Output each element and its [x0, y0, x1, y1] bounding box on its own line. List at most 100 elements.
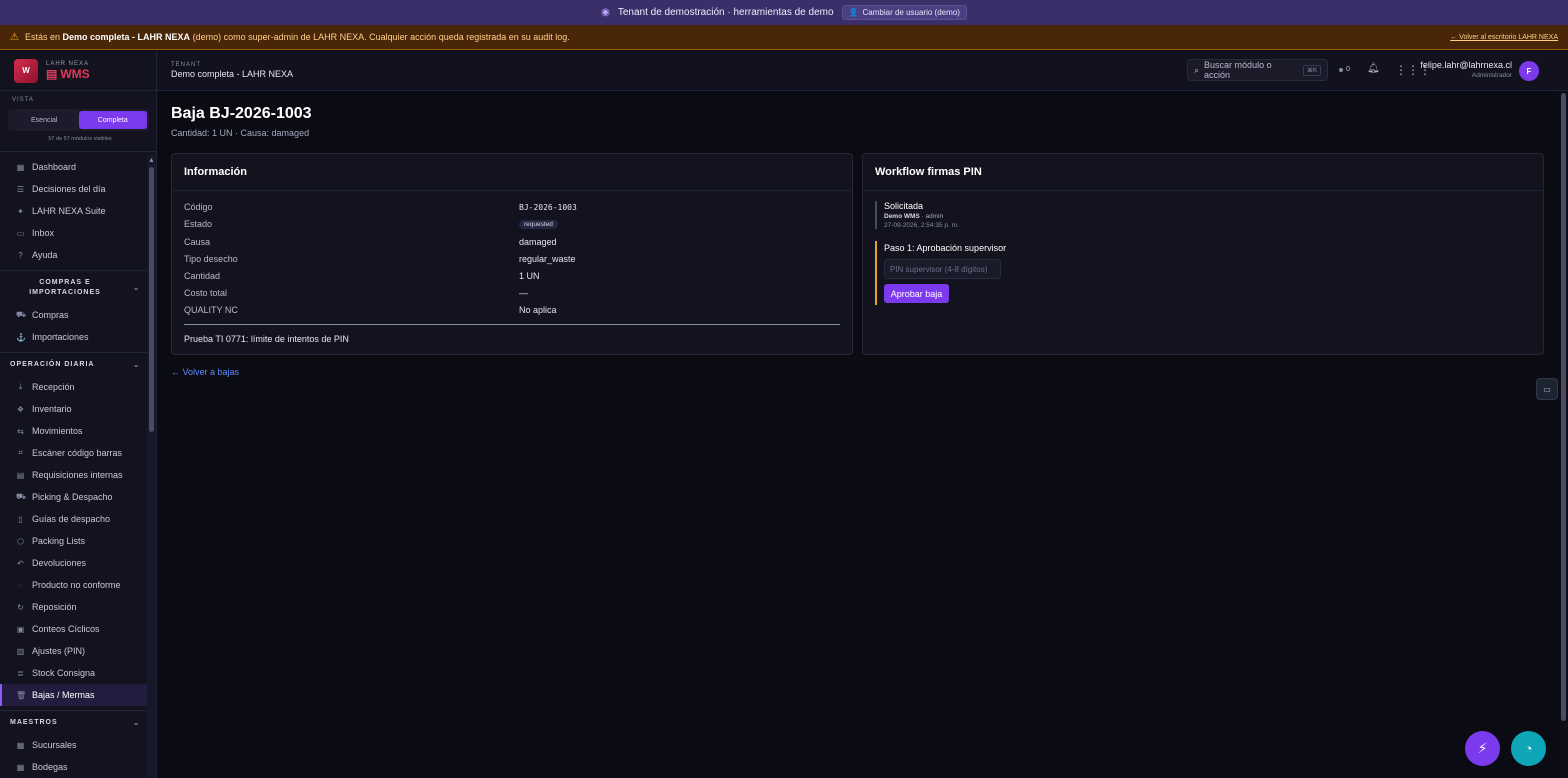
sidebar-scroll-thumb[interactable]: [149, 167, 154, 432]
sidebar-item-movimientos[interactable]: ⇆ Movimientos: [0, 420, 156, 442]
scroll-up-icon[interactable]: ▲: [148, 157, 155, 164]
warehouse-icon: ▦: [16, 762, 25, 772]
warning-demo-tag: (demo): [192, 32, 222, 42]
sidebar-item-importaciones[interactable]: ⚓ Importaciones: [0, 326, 156, 348]
tenant-demo-text: Tenant de demostración · herramientas de…: [617, 7, 834, 18]
workflow-card-title: Workflow firmas PIN: [863, 154, 1543, 191]
info-card: Información Código BJ-2026-1003 Estado r…: [171, 153, 853, 355]
field-value-cantidad: 1 UN: [519, 271, 540, 281]
sidebar-item-guias[interactable]: ▯ Guías de despacho: [0, 508, 156, 530]
warning-icon: ⚠: [10, 31, 19, 43]
grid-icon: ▦: [16, 162, 25, 172]
chat-bubble-icon[interactable]: ◔: [1511, 731, 1546, 766]
demo-mask-icon: ◉: [601, 7, 610, 18]
sidebar-item-dashboard[interactable]: ▦ Dashboard: [0, 156, 156, 178]
section-operacion[interactable]: OPERACIÓN DIARIA ⌄: [0, 352, 156, 376]
chevron-down-icon: ⌄: [133, 719, 140, 727]
workflow-card: Workflow firmas PIN Solicitada Demo WMS …: [862, 153, 1544, 355]
sidebar-item-suite[interactable]: ✦ LAHR NEXA Suite: [0, 200, 156, 222]
alert-icon: ◌: [18, 580, 23, 590]
search-input[interactable]: ⌕ Buscar módulo o acción ⌘K: [1187, 59, 1328, 81]
clipboard-icon: ▤: [16, 470, 25, 480]
superadmin-warning-bar: ⚠ Estás en Demo completa - LAHR NEXA (de…: [0, 25, 1568, 50]
sidebar-item-ajustes[interactable]: ▥ Ajustes (PIN): [0, 640, 156, 662]
switch-user-label: Cambiar de usuario (demo): [862, 8, 960, 17]
download-icon: ⤓: [18, 382, 23, 391]
trash-icon: 🗑: [16, 690, 27, 700]
sidebar-item-picking[interactable]: ⛟ Picking & Despacho: [0, 486, 156, 508]
scan-icon: ⌗: [18, 448, 23, 457]
brand[interactable]: W LAHR NEXA ▤ WMS: [0, 51, 156, 91]
sidebar-item-compras[interactable]: ⛟ Compras: [0, 304, 156, 326]
field-label-codigo: Código: [184, 202, 213, 212]
user-menu[interactable]: felipe.lahr@lahrnexa.cl Administrador: [1420, 60, 1512, 79]
field-label-causa: Causa: [184, 237, 211, 247]
undo-icon: ↶: [17, 558, 24, 568]
sidebar-item-inventario[interactable]: ❖ Inventario: [0, 398, 156, 420]
field-value-quality-nc: No aplica: [519, 305, 557, 315]
warning-prefix: Estás en: [24, 32, 60, 42]
feedback-icon[interactable]: ▭: [1536, 378, 1558, 400]
online-users[interactable]: 0: [1339, 66, 1350, 73]
sidebar-item-stock-consigna[interactable]: ≣ Stock Consigna: [0, 662, 156, 684]
switch-user-button[interactable]: 👤 Cambiar de usuario (demo): [841, 5, 967, 20]
baja-note: Prueba TI 0771: límite de intentos de PI…: [184, 334, 349, 344]
sidebar-item-inbox[interactable]: ▭ Inbox: [0, 222, 156, 244]
view-mode: VISTA Esencial Completa 57 de 57 módulos…: [0, 91, 156, 142]
sidebar-item-devoluciones[interactable]: ↶ Devoluciones: [0, 552, 156, 574]
page-scroll-thumb[interactable]: [1561, 93, 1566, 721]
search-placeholder: Buscar módulo o acción: [1204, 60, 1272, 80]
sidebar-item-reposicion[interactable]: ↻ Reposición: [0, 596, 156, 618]
field-label-cantidad: Cantidad: [184, 271, 221, 281]
notifications-bell-icon[interactable]: 🔔︎: [1367, 63, 1380, 74]
avatar[interactable]: F: [1519, 61, 1539, 81]
sidebar-item-decisiones[interactable]: ☰ Decisiones del día: [0, 178, 156, 200]
help-icon: ?: [18, 250, 23, 260]
page-title: Baja BJ-2026-1003: [171, 105, 312, 122]
info-card-title: Información: [172, 154, 852, 191]
tenant-info: TENANT Demo completa - LAHR NEXA: [157, 62, 293, 79]
field-label-estado: Estado: [184, 219, 213, 229]
field-value-codigo: BJ-2026-1003: [519, 203, 577, 212]
document-icon: ▯: [18, 514, 23, 524]
view-complete-button[interactable]: Completa: [78, 111, 147, 129]
back-to-desktop-link[interactable]: ← Volver al escritorio LAHR NEXA: [1450, 34, 1558, 41]
page-scrollbar[interactable]: [1559, 91, 1568, 778]
lock-clipboard-icon: ▥: [16, 646, 25, 656]
field-label-quality-nc: QUALITY NC: [184, 305, 238, 315]
back-to-bajas-link[interactable]: ← Volver a bajas: [171, 367, 239, 377]
building-icon: ▦: [16, 740, 25, 750]
step-author: Demo WMS · admin: [884, 213, 944, 220]
sidebar-item-ayuda[interactable]: ? Ayuda: [0, 244, 156, 266]
quick-actions-bolt-icon[interactable]: ⚡︎: [1465, 731, 1500, 766]
top-header: TENANT Demo completa - LAHR NEXA ⌕ Busca…: [157, 51, 1568, 91]
brand-product: WMS: [60, 66, 90, 81]
field-value-tipo-desecho: regular_waste: [519, 254, 576, 264]
pin-input[interactable]: PIN supervisor (4-8 dígitos): [884, 259, 1001, 279]
sidebar-item-bajas[interactable]: 🗑 Bajas / Mermas: [0, 684, 156, 706]
step-title: Paso 1: Aprobación supervisor: [884, 243, 1007, 253]
field-label-costo-total: Costo total: [184, 288, 228, 298]
view-mode-label: VISTA: [12, 97, 34, 103]
workflow-step-supervisor: Paso 1: Aprobación supervisor PIN superv…: [875, 241, 1075, 305]
section-compras[interactable]: COMPRAS E IMPORTACIONES ⌄: [0, 270, 156, 304]
sidebar-item-requisiciones[interactable]: ▤ Requisiciones internas: [0, 464, 156, 486]
view-essential-button[interactable]: Esencial: [10, 111, 79, 129]
sidebar-item-packing[interactable]: ⬡ Packing Lists: [0, 530, 156, 552]
approve-button[interactable]: Aprobar baja: [884, 284, 949, 303]
user-email: felipe.lahr@lahrnexa.cl: [1420, 60, 1512, 70]
sidebar-nav: ▦ Dashboard ☰ Decisiones del día ✦ LAHR NEX…: [0, 152, 156, 778]
sidebar-item-conteos[interactable]: ▣ Conteos Cíclicos: [0, 618, 156, 640]
sidebar-item-recepcion[interactable]: ⤓ Recepción: [0, 376, 156, 398]
sidebar-scrollbar[interactable]: ▲: [147, 155, 156, 778]
sidebar-item-sucursales[interactable]: ▦ Sucursales: [0, 734, 156, 756]
refresh-icon: ↻: [17, 602, 24, 612]
sidebar-item-bodegas[interactable]: ▦ Bodegas: [0, 756, 156, 778]
field-value-costo-total: —: [519, 288, 528, 298]
cart-icon: ⛟: [16, 310, 27, 319]
search-shortcut: ⌘K: [1302, 64, 1321, 76]
sidebar-item-escaner[interactable]: ⌗ Escáner código barras: [0, 442, 156, 464]
modules-visible-count: 57 de 57 módulos visibles: [48, 136, 112, 142]
section-maestros[interactable]: MAESTROS ⌄: [0, 710, 156, 734]
sidebar-item-no-conforme[interactable]: ◌ Producto no conforme: [0, 574, 156, 596]
